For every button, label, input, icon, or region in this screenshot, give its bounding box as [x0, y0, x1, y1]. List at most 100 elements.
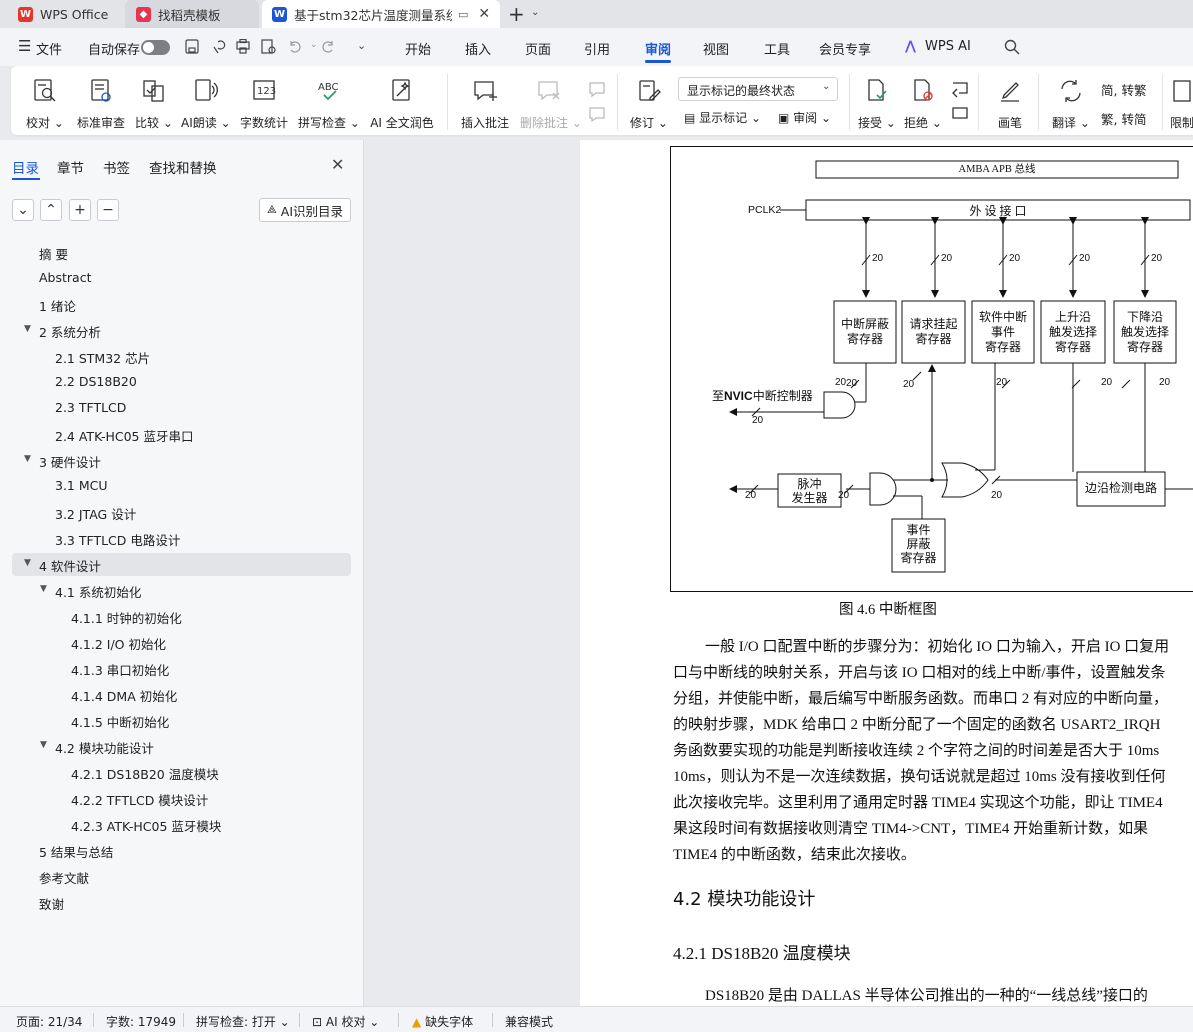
ai-toc-button[interactable]: ⟁ AI识别目录: [259, 198, 351, 222]
menu-home[interactable]: 开始: [405, 39, 431, 58]
panel-tab-toc[interactable]: 目录: [12, 157, 39, 177]
to-simplified-button[interactable]: 繁, 转简: [1101, 109, 1146, 128]
spell-check-button[interactable]: ABC 拼写检查 ⌄: [297, 78, 361, 131]
missing-font-status[interactable]: ▲ 缺失字体: [412, 1013, 473, 1030]
compare-button[interactable]: 比较 ⌄: [135, 78, 173, 131]
comment-nav-icons[interactable]: [587, 80, 607, 124]
show-markup-button[interactable]: ▤ 显示标记 ⌄: [684, 109, 761, 126]
menu-member[interactable]: 会员专享: [819, 39, 871, 58]
toc-item[interactable]: Abstract: [39, 270, 91, 285]
toc-item[interactable]: 2.4 ATK-HC05 蓝牙串口: [55, 426, 193, 445]
restrict-icon: [1173, 80, 1191, 102]
toc-item[interactable]: 2 系统分析: [39, 322, 101, 341]
markup-state-select[interactable]: 显示标记的最终状态 ⌄: [678, 77, 838, 101]
autosave-toggle[interactable]: [141, 40, 170, 55]
close-icon[interactable]: ✕: [331, 155, 344, 174]
ai-polish-button[interactable]: AI 全文润色: [368, 78, 436, 131]
collapse-up-button[interactable]: ⌃: [40, 199, 62, 221]
insert-comment-button[interactable]: 插入批注: [459, 78, 511, 131]
toc-item[interactable]: 4.2.3 ATK-HC05 蓝牙模块: [71, 816, 221, 835]
menu-references[interactable]: 引用: [584, 39, 610, 58]
hamburger-icon[interactable]: ☰: [18, 37, 31, 55]
change-nav-icons[interactable]: [950, 80, 970, 124]
body-text-line: 分组，并使能中断，最后编写中断服务函数。而串口 2 有对应的中断向量，: [673, 691, 1169, 707]
panel-tab-bookmarks[interactable]: 书签: [103, 157, 130, 177]
ai-read-button[interactable]: AI朗读 ⌄: [181, 78, 231, 131]
collapse-all-button[interactable]: ⌄: [12, 199, 34, 221]
new-tab-plus-icon[interactable]: +: [508, 2, 525, 26]
translate-button[interactable]: 翻译 ⌄: [1051, 78, 1091, 131]
expand-caret-icon[interactable]: ▼: [24, 558, 31, 568]
toc-item[interactable]: 4.2 模块功能设计: [55, 738, 154, 757]
chevron-down-icon[interactable]: ⌄: [531, 7, 539, 18]
expand-caret-icon[interactable]: ▼: [24, 324, 31, 334]
to-traditional-button[interactable]: 简, 转繁: [1101, 80, 1146, 99]
diagram-event-mask-label: 屏蔽: [906, 537, 931, 551]
toc-item[interactable]: 3.2 JTAG 设计: [55, 504, 136, 523]
search-icon[interactable]: [1004, 39, 1020, 55]
standard-review-button[interactable]: 标准审查: [75, 78, 127, 131]
remove-heading-button[interactable]: −: [97, 199, 119, 221]
menu-tools[interactable]: 工具: [764, 39, 790, 58]
tab-document[interactable]: W 基于stm32芯片温度测量系统 ▭ ✕: [262, 0, 500, 28]
toc-item[interactable]: 4.1.4 DMA 初始化: [71, 686, 177, 705]
toc-item[interactable]: 5 结果与总结: [39, 842, 113, 861]
proofread-label: 校对: [26, 116, 51, 130]
toc-item[interactable]: 2.3 TFTLCD: [55, 400, 126, 415]
panel-tab-indicator: [12, 178, 40, 180]
toc-item[interactable]: 4.1.5 中断初始化: [71, 712, 169, 731]
toc-item[interactable]: 4.2.1 DS18B20 温度模块: [71, 764, 219, 783]
toc-item[interactable]: 4 软件设计: [39, 556, 101, 575]
menu-wps-ai[interactable]: WPS AI: [925, 39, 971, 54]
toc-item[interactable]: 3.1 MCU: [55, 478, 108, 493]
toc-item[interactable]: 1 绪论: [39, 296, 76, 315]
undo-dropdown-icon[interactable]: ⌄: [310, 40, 318, 50]
toc-item[interactable]: 4.2.2 TFTLCD 模块设计: [71, 790, 208, 809]
toc-item[interactable]: 致谢: [39, 894, 64, 913]
revise-button[interactable]: 修订 ⌄: [629, 78, 669, 131]
menu-review[interactable]: 审阅: [645, 39, 671, 58]
page-indicator[interactable]: 页面: 21/34: [16, 1013, 82, 1030]
review-pane-button[interactable]: ▣ 审阅 ⌄: [778, 109, 831, 126]
spell-check-status[interactable]: 拼写检查: 打开 ⌄: [196, 1013, 290, 1030]
menu-insert[interactable]: 插入: [465, 39, 491, 58]
panel-tab-chapters[interactable]: 章节: [57, 157, 84, 177]
tab-template[interactable]: ◆ 找稻壳模板: [125, 0, 259, 28]
delete-comment-icon: [538, 81, 560, 101]
close-icon[interactable]: ✕: [478, 6, 490, 22]
expand-caret-icon[interactable]: ▼: [40, 740, 47, 750]
expand-caret-icon[interactable]: ▼: [24, 454, 31, 464]
body-text-line: 务函数要实现的功能是判断接收连续 2 个字符之间的时间差是否大于 10ms: [673, 743, 1160, 759]
toc-item[interactable]: 4.1.1 时钟的初始化: [71, 608, 182, 627]
screen-icon[interactable]: ▭: [458, 8, 468, 21]
panel-tab-find-replace[interactable]: 查找和替换: [149, 157, 217, 177]
toc-item[interactable]: 参考文献: [39, 868, 89, 887]
word-count-status[interactable]: 字数: 17949: [106, 1013, 176, 1030]
ai-proof-status[interactable]: ⊡ AI 校对 ⌄: [312, 1013, 379, 1030]
tab-wps-office[interactable]: W WPS Office: [18, 0, 108, 28]
restrict-button[interactable]: 限制: [1170, 78, 1193, 131]
menu-file[interactable]: 文件: [36, 39, 62, 58]
more-chevron-icon[interactable]: ⌄: [357, 39, 366, 52]
add-heading-button[interactable]: +: [69, 199, 91, 221]
word-count-button[interactable]: 123 字数统计: [239, 78, 289, 131]
proofread-button[interactable]: 校对 ⌄: [25, 78, 65, 131]
toc-item[interactable]: 3.3 TFTLCD 电路设计: [55, 530, 180, 549]
accept-button[interactable]: 接受 ⌄: [858, 78, 896, 131]
plus-icon: +: [74, 202, 86, 218]
toc-item[interactable]: 2.2 DS18B20: [55, 374, 137, 389]
toc-item[interactable]: 4.1.2 I/O 初始化: [71, 634, 166, 653]
reject-button[interactable]: 拒绝 ⌄: [904, 78, 942, 131]
menu-page[interactable]: 页面: [525, 39, 551, 58]
toc-item[interactable]: 4.1 系统初始化: [55, 582, 141, 601]
toc-item[interactable]: 2.1 STM32 芯片: [55, 348, 150, 367]
menu-view[interactable]: 视图: [703, 39, 729, 58]
toc-item[interactable]: 3 硬件设计: [39, 452, 101, 471]
expand-caret-icon[interactable]: ▼: [40, 584, 47, 594]
delete-comment-button[interactable]: 删除批注 ⌄: [520, 78, 582, 131]
pen-button[interactable]: 画笔: [991, 78, 1029, 131]
toc-item[interactable]: 摘 要: [39, 244, 68, 263]
document-area: AMBA APB 总线 PCLK2 外 设 接 口 20 20 20 20 20 中断屏蔽 寄存器…: [365, 140, 1193, 1006]
word-count-label: 字数统计: [239, 116, 288, 130]
toc-item[interactable]: 4.1.3 串口初始化: [71, 660, 169, 679]
